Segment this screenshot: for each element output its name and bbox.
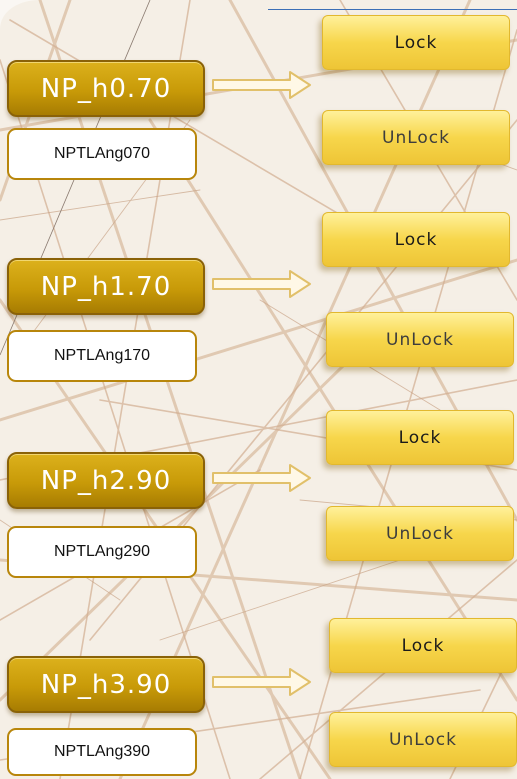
np-label: NP_h1.70	[7, 258, 205, 315]
np-label: NP_h2.90	[7, 452, 205, 509]
accent-line	[268, 9, 517, 10]
unlock-button[interactable]: UnLock	[329, 712, 517, 767]
angle-label: NPTLAng070	[7, 128, 197, 180]
arrow-right-icon	[212, 464, 311, 492]
lock-button[interactable]: Lock	[322, 15, 510, 70]
arrow-right-icon	[212, 71, 311, 99]
np-label: NP_h3.90	[7, 656, 205, 713]
np-label: NP_h0.70	[7, 60, 205, 117]
lock-button[interactable]: Lock	[322, 212, 510, 267]
angle-label: NPTLAng390	[7, 728, 197, 776]
unlock-button[interactable]: UnLock	[326, 506, 514, 561]
arrow-right-icon	[212, 668, 311, 696]
unlock-button[interactable]: UnLock	[322, 110, 510, 165]
lock-button[interactable]: Lock	[326, 410, 514, 465]
angle-label: NPTLAng290	[7, 526, 197, 578]
unlock-button[interactable]: UnLock	[326, 312, 514, 367]
lock-button[interactable]: Lock	[329, 618, 517, 673]
arrow-right-icon	[212, 270, 311, 298]
angle-label: NPTLAng170	[7, 330, 197, 382]
